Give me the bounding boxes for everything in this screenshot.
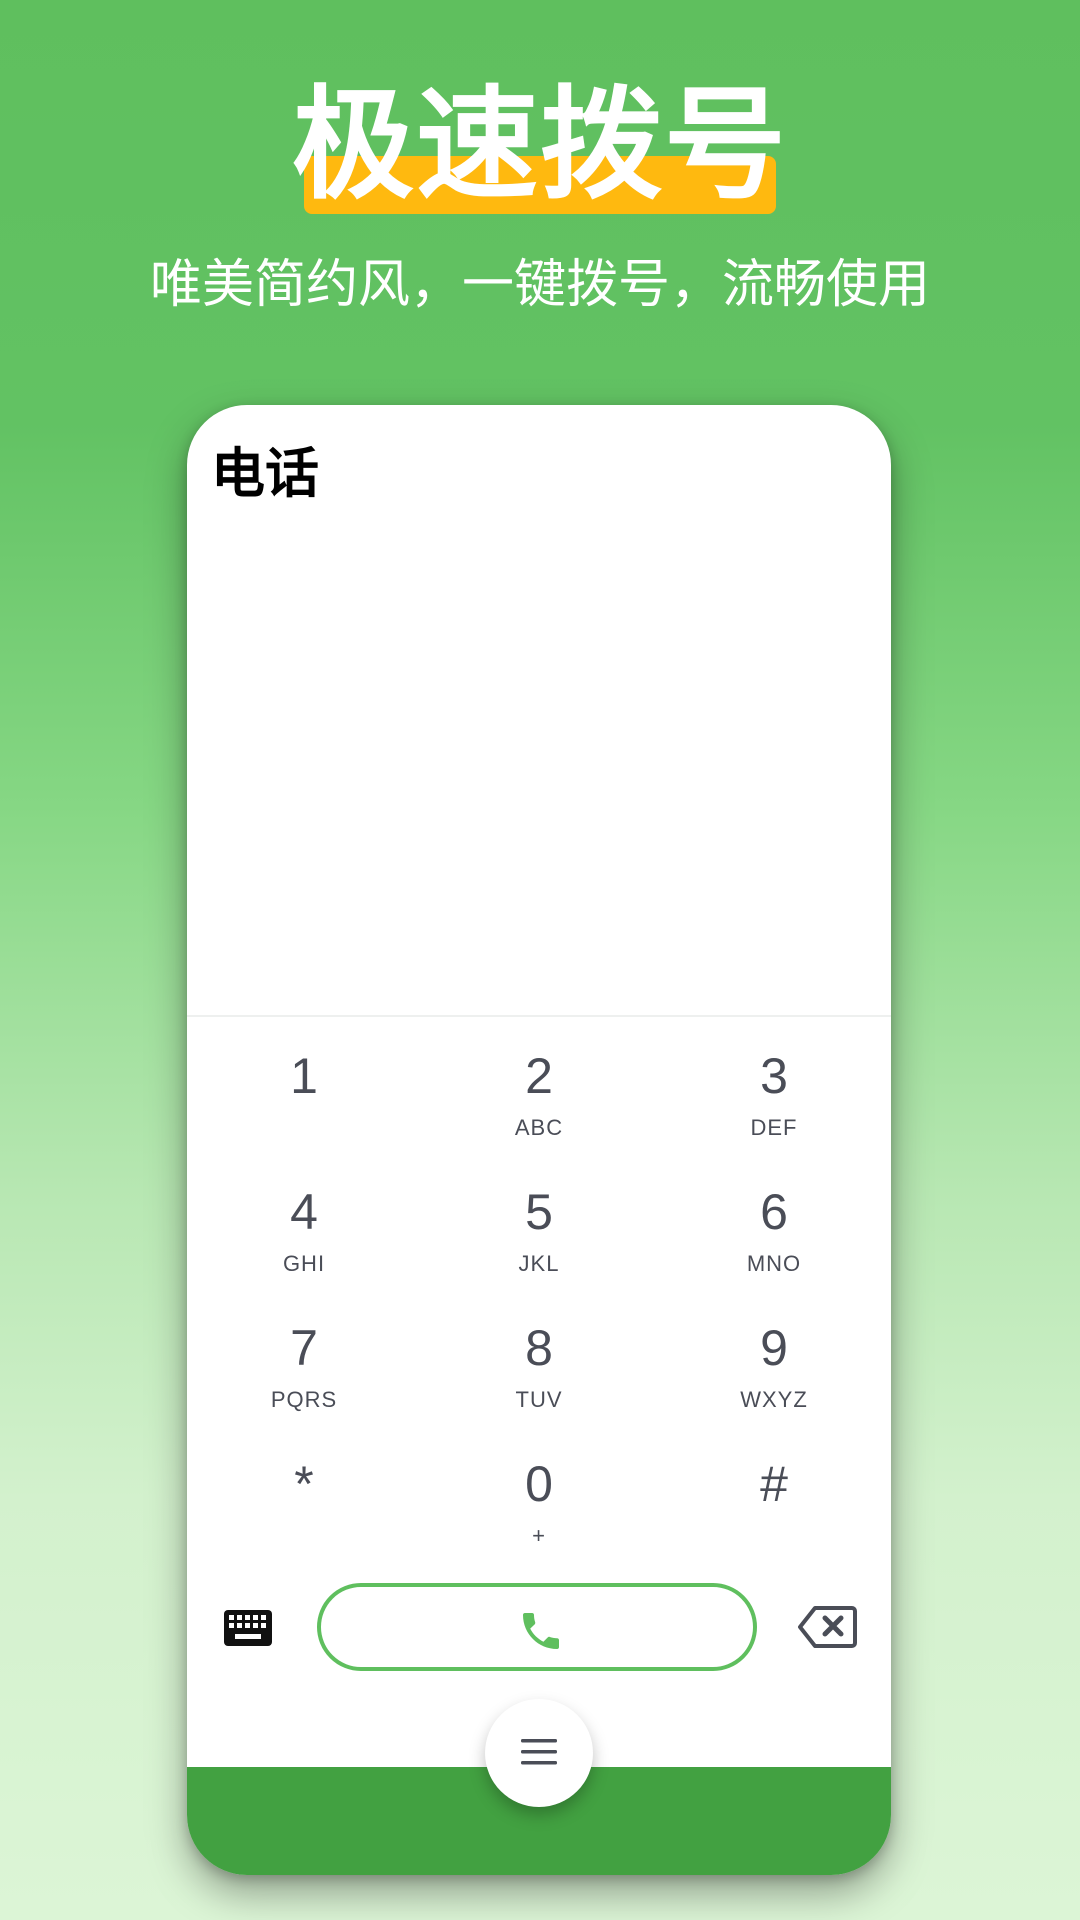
key-hash[interactable]: # <box>694 1438 854 1558</box>
key-letters: + <box>532 1523 546 1548</box>
key-digit: # <box>760 1456 788 1512</box>
divider <box>187 1015 891 1017</box>
key-letters: DEF <box>750 1115 798 1140</box>
key-digit: 4 <box>290 1184 318 1240</box>
promo-subtitle: 唯美简约风，一键拨号，流畅使用 <box>149 256 930 314</box>
key-9[interactable]: 9 WXYZ <box>694 1302 854 1422</box>
key-1[interactable]: 1 <box>224 1030 384 1150</box>
key-digit: 3 <box>760 1048 788 1104</box>
key-digit: 7 <box>290 1320 318 1376</box>
key-star[interactable]: * <box>224 1438 384 1558</box>
key-letters: JKL <box>518 1251 560 1276</box>
key-7[interactable]: 7 PQRS <box>224 1302 384 1422</box>
phone-icon <box>523 1613 559 1649</box>
key-digit: 0 <box>525 1456 553 1512</box>
key-digit: 1 <box>290 1048 318 1104</box>
key-2[interactable]: 2 ABC <box>459 1030 619 1150</box>
key-digit: 8 <box>525 1320 553 1376</box>
key-letters: WXYZ <box>740 1387 808 1412</box>
promo-title: 极速拨号 <box>292 77 788 213</box>
dial-keypad: 1 2 ABC 3 DEF 4 GHI 5 JKL 6 MNO 7 PQRS 8 <box>187 1030 891 1575</box>
keyboard-icon[interactable] <box>223 1609 273 1647</box>
key-digit: 9 <box>760 1320 788 1376</box>
key-letters: PQRS <box>270 1387 338 1412</box>
backspace-icon[interactable] <box>797 1605 857 1649</box>
promo-header: 极速拨号 <box>0 70 1080 220</box>
key-letters: TUV <box>515 1387 563 1412</box>
key-digit: 6 <box>760 1184 788 1240</box>
key-digit: * <box>294 1456 314 1512</box>
call-button[interactable] <box>317 1583 757 1671</box>
phone-mockup: 电话 1 2 ABC 3 DEF 4 GHI 5 JKL 6 MNO 7 PQR <box>187 405 891 1875</box>
key-letters: ABC <box>514 1115 564 1140</box>
menu-icon <box>521 1739 557 1765</box>
key-letters: MNO <box>746 1251 802 1276</box>
key-8[interactable]: 8 TUV <box>459 1302 619 1422</box>
menu-button[interactable] <box>485 1699 593 1807</box>
key-6[interactable]: 6 MNO <box>694 1166 854 1286</box>
key-4[interactable]: 4 GHI <box>224 1166 384 1286</box>
key-0[interactable]: 0 + <box>459 1438 619 1558</box>
key-5[interactable]: 5 JKL <box>459 1166 619 1286</box>
key-letters: GHI <box>282 1251 326 1276</box>
key-3[interactable]: 3 DEF <box>694 1030 854 1150</box>
dial-action-row <box>187 1583 891 1683</box>
screen-title: 电话 <box>211 442 319 505</box>
key-digit: 5 <box>525 1184 553 1240</box>
key-digit: 2 <box>525 1048 553 1104</box>
